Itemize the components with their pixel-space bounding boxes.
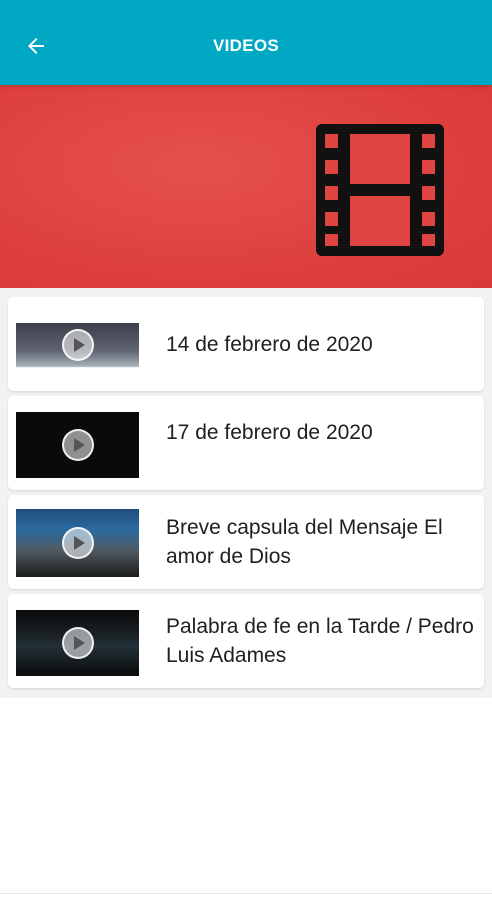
header-banner xyxy=(0,85,492,288)
video-title: 14 de febrero de 2020 xyxy=(166,333,373,356)
video-thumbnail xyxy=(16,323,139,385)
play-icon xyxy=(62,527,94,559)
video-item[interactable]: 14 de febrero de 2020 xyxy=(8,297,484,391)
video-thumbnail xyxy=(16,509,139,577)
video-item[interactable]: Breve capsula del Mensaje El amor de Dio… xyxy=(8,495,484,589)
play-icon xyxy=(62,627,94,659)
video-title: 17 de febrero de 2020 xyxy=(166,421,373,444)
video-thumbnail xyxy=(16,610,139,676)
divider xyxy=(0,893,492,894)
film-strip-icon xyxy=(316,124,444,256)
page-title: VIDEOS xyxy=(212,36,280,55)
video-list: 14 de febrero de 2020 17 de febrero de 2… xyxy=(0,288,492,698)
video-item[interactable]: 17 de febrero de 2020 xyxy=(8,396,484,490)
play-icon xyxy=(62,329,94,361)
video-thumbnail xyxy=(16,412,139,478)
video-item[interactable]: Palabra de fe en la Tarde / Pedro Luis A… xyxy=(8,594,484,688)
video-title: Palabra de fe en la Tarde / Pedro Luis A… xyxy=(166,615,474,667)
video-title: Breve capsula del Mensaje El amor de Dio… xyxy=(166,516,443,568)
app-bar: VIDEOS xyxy=(0,0,492,85)
play-icon xyxy=(62,429,94,461)
